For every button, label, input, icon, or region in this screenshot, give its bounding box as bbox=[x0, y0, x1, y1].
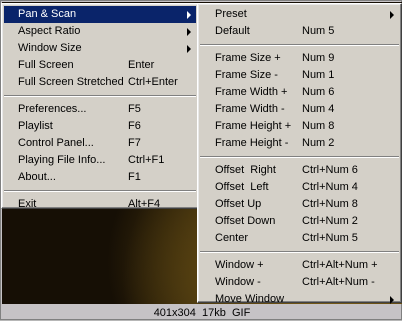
menu-item-label: Window - bbox=[215, 276, 261, 288]
menu-item-label: Frame Height + bbox=[215, 120, 292, 132]
menu-item-shortcut: F5 bbox=[128, 103, 141, 115]
menu-item-shortcut: Ctrl+Num 8 bbox=[302, 198, 358, 210]
submenu-item-frame-width-plus[interactable]: Frame Width + Num 6 bbox=[198, 84, 401, 101]
menu-item-label: Frame Width + bbox=[215, 86, 288, 98]
menu-item-shortcut: Ctrl+Num 4 bbox=[302, 181, 358, 193]
submenu-item-offset-left[interactable]: Offset Left Ctrl+Num 4 bbox=[198, 179, 401, 196]
menu-item-shortcut: Alt+F4 bbox=[128, 198, 161, 210]
menu-item-label: Window Size bbox=[18, 42, 82, 54]
menu-separator bbox=[200, 251, 399, 253]
menu-item-label: Full Screen bbox=[18, 59, 74, 71]
menu-item-label: Frame Width - bbox=[215, 103, 285, 115]
submenu-item-center[interactable]: Center Ctrl+Num 5 bbox=[198, 230, 401, 247]
menu-item-shortcut: Ctrl+Enter bbox=[128, 76, 178, 88]
submenu-item-offset-up[interactable]: Offset Up Ctrl+Num 8 bbox=[198, 196, 401, 213]
menu-item-shortcut: Num 8 bbox=[302, 120, 335, 132]
menu-item-shortcut: F1 bbox=[128, 171, 141, 183]
menu-item-shortcut: Num 4 bbox=[302, 103, 335, 115]
menu-item-control-panel[interactable]: Control Panel... F7 bbox=[2, 135, 198, 152]
menu-item-label: Preset bbox=[215, 8, 247, 20]
menu-separator bbox=[4, 95, 196, 97]
submenu-arrow-icon bbox=[187, 45, 191, 53]
menu-item-label: Full Screen Stretched bbox=[18, 76, 124, 88]
menu-item-label: Pan & Scan bbox=[18, 8, 77, 20]
menu-item-label: Exit bbox=[18, 198, 37, 210]
menu-item-shortcut: Num 5 bbox=[302, 25, 335, 37]
menu-item-about[interactable]: About... F1 bbox=[2, 169, 198, 186]
menu-item-aspect-ratio[interactable]: Aspect Ratio bbox=[2, 23, 198, 40]
submenu-arrow-icon bbox=[187, 11, 191, 19]
menu-item-label: Frame Size + bbox=[215, 52, 281, 64]
menu-item-label: Window + bbox=[215, 259, 264, 271]
menu-item-label: About... bbox=[18, 171, 56, 183]
menu-item-label: Playlist bbox=[18, 120, 53, 132]
menu-item-label: Playing File Info... bbox=[18, 154, 106, 166]
menu-item-label: Frame Size - bbox=[215, 69, 278, 81]
menu-item-preferences[interactable]: Preferences... F5 bbox=[2, 101, 198, 118]
submenu-item-default[interactable]: Default Num 5 bbox=[198, 23, 401, 40]
context-menu: Pan & Scan Aspect Ratio Window Size Full… bbox=[1, 3, 199, 210]
menu-item-label: Aspect Ratio bbox=[18, 25, 81, 37]
menu-item-shortcut: Num 1 bbox=[302, 69, 335, 81]
menu-item-label: Offset Up bbox=[215, 198, 262, 210]
menu-item-shortcut: Enter bbox=[128, 59, 155, 71]
submenu-arrow-icon bbox=[187, 28, 191, 36]
menu-item-shortcut: Num 6 bbox=[302, 86, 335, 98]
image-caption: 401x304 17kb GIF bbox=[153, 307, 251, 319]
menu-item-shortcut: Num 9 bbox=[302, 52, 335, 64]
menu-item-exit[interactable]: Exit Alt+F4 bbox=[2, 196, 198, 213]
menu-item-shortcut: Num 2 bbox=[302, 137, 335, 149]
menu-item-shortcut: Ctrl+Num 5 bbox=[302, 232, 358, 244]
menu-item-label: Offset Left bbox=[215, 181, 269, 193]
menu-item-label: Offset Right bbox=[215, 164, 276, 176]
submenu-item-offset-down[interactable]: Offset Down Ctrl+Num 2 bbox=[198, 213, 401, 230]
submenu-item-window-plus[interactable]: Window + Ctrl+Alt+Num + bbox=[198, 257, 401, 274]
menu-item-full-screen[interactable]: Full Screen Enter bbox=[2, 57, 198, 74]
menu-item-full-screen-stretched[interactable]: Full Screen Stretched Ctrl+Enter bbox=[2, 74, 198, 91]
submenu-item-frame-size-minus[interactable]: Frame Size - Num 1 bbox=[198, 67, 401, 84]
menu-item-shortcut: Ctrl+F1 bbox=[128, 154, 165, 166]
submenu-item-frame-width-minus[interactable]: Frame Width - Num 4 bbox=[198, 101, 401, 118]
submenu-arrow-icon bbox=[390, 11, 394, 19]
menu-separator bbox=[4, 190, 196, 192]
menu-item-pan-and-scan[interactable]: Pan & Scan bbox=[4, 6, 196, 23]
submenu-item-frame-height-minus[interactable]: Frame Height - Num 2 bbox=[198, 135, 401, 152]
menu-item-shortcut: Ctrl+Num 6 bbox=[302, 164, 358, 176]
menu-item-label: Offset Down bbox=[215, 215, 276, 227]
menu-item-label: Control Panel... bbox=[18, 137, 94, 149]
pan-and-scan-submenu: Preset Default Num 5 Frame Size + Num 9 … bbox=[197, 3, 402, 305]
submenu-item-frame-size-plus[interactable]: Frame Size + Num 9 bbox=[198, 50, 401, 67]
screenshot-frame: Pan & Scan Aspect Ratio Window Size Full… bbox=[0, 0, 402, 320]
menu-item-playlist[interactable]: Playlist F6 bbox=[2, 118, 198, 135]
menu-item-label: Center bbox=[215, 232, 249, 244]
menu-item-playing-file-info[interactable]: Playing File Info... Ctrl+F1 bbox=[2, 152, 198, 169]
menu-item-shortcut: Ctrl+Num 2 bbox=[302, 215, 358, 227]
menu-separator bbox=[200, 44, 399, 46]
menu-item-shortcut: F6 bbox=[128, 120, 141, 132]
menu-item-label: Frame Height - bbox=[215, 137, 289, 149]
submenu-arrow-icon bbox=[390, 296, 394, 304]
menu-item-label: Default bbox=[215, 25, 250, 37]
menu-separator bbox=[200, 156, 399, 158]
menu-item-window-size[interactable]: Window Size bbox=[2, 40, 198, 57]
submenu-item-preset[interactable]: Preset bbox=[198, 6, 401, 23]
submenu-item-window-minus[interactable]: Window - Ctrl+Alt+Num - bbox=[198, 274, 401, 291]
menu-item-shortcut: Ctrl+Alt+Num + bbox=[302, 259, 378, 271]
menu-item-shortcut: Ctrl+Alt+Num - bbox=[302, 276, 375, 288]
menu-item-label: Preferences... bbox=[18, 103, 87, 115]
menu-item-shortcut: F7 bbox=[128, 137, 141, 149]
submenu-item-offset-right[interactable]: Offset Right Ctrl+Num 6 bbox=[198, 162, 401, 179]
submenu-item-frame-height-plus[interactable]: Frame Height + Num 8 bbox=[198, 118, 401, 135]
